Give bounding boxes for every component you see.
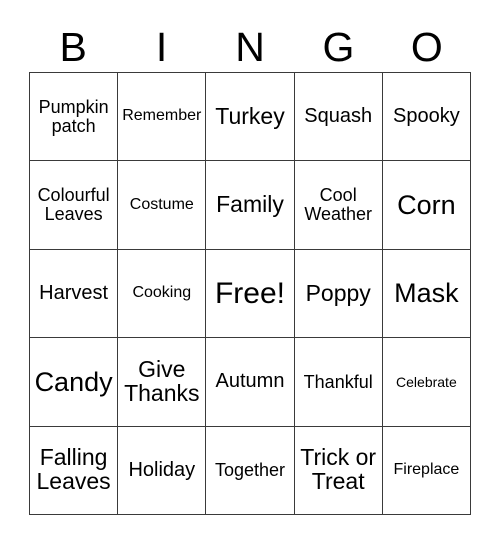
bingo-cell[interactable]: Corn xyxy=(382,161,471,250)
bingo-cell-label: Pumpkin patch xyxy=(38,96,109,136)
bingo-cell[interactable]: Turkey xyxy=(206,73,295,162)
bingo-cell-label: Free! xyxy=(214,276,285,310)
bingo-cell[interactable]: Holiday xyxy=(118,426,207,515)
bingo-card: B I N G O Pumpkin patch Remember Turkey … xyxy=(0,0,500,544)
bingo-cell[interactable]: Together xyxy=(206,426,295,515)
bingo-cell[interactable]: Autumn xyxy=(206,338,295,427)
bingo-cell[interactable]: Candy xyxy=(30,338,119,427)
bingo-cell[interactable]: Trick or Treat xyxy=(294,426,383,515)
bingo-cell-label: Colourful Leaves xyxy=(37,185,110,225)
bingo-cell[interactable]: Thankful xyxy=(294,338,383,427)
bingo-cell[interactable]: Poppy xyxy=(294,249,383,339)
bingo-cell[interactable]: Mask xyxy=(382,249,471,339)
bingo-cell[interactable]: Give Thanks xyxy=(118,338,207,427)
bingo-cell-label: Autumn xyxy=(215,370,285,393)
bingo-cell[interactable]: Colourful Leaves xyxy=(30,161,119,250)
bingo-cell-label: Falling Leaves xyxy=(36,444,111,495)
bingo-cell-label: Trick or Treat xyxy=(300,444,377,495)
bingo-cell-label: Celebrate xyxy=(396,373,457,390)
bingo-cell[interactable]: Spooky xyxy=(382,73,471,162)
bingo-cell-label: Cool Weather xyxy=(304,185,373,225)
bingo-cell-label: Thankful xyxy=(303,371,373,392)
bingo-cell-label: Mask xyxy=(394,278,459,309)
bingo-cell[interactable]: Remember xyxy=(118,73,207,162)
bingo-cell[interactable]: Harvest xyxy=(30,249,119,339)
bingo-cell[interactable]: Fireplace xyxy=(382,426,471,515)
bingo-grid: Pumpkin patch Remember Turkey Squash Spo… xyxy=(29,72,471,515)
bingo-cell[interactable]: Cool Weather xyxy=(294,161,383,250)
bingo-cell-label: Spooky xyxy=(393,105,460,128)
bingo-cell[interactable]: Celebrate xyxy=(382,338,471,427)
bingo-cell-label: Costume xyxy=(129,195,194,213)
bingo-cell-label: Poppy xyxy=(305,279,371,306)
header-letter-b: B xyxy=(59,23,87,70)
bingo-cell[interactable]: Falling Leaves xyxy=(30,426,119,515)
bingo-cell-label: Holiday xyxy=(128,458,196,481)
bingo-cell[interactable]: Costume xyxy=(118,161,207,250)
header-letter-n: N xyxy=(235,23,265,70)
bingo-header: B I N G O xyxy=(29,22,471,72)
bingo-cell-label: Turkey xyxy=(215,102,285,129)
header-letter-o: O xyxy=(410,23,443,70)
header-letter-g: G xyxy=(322,23,355,70)
bingo-cell[interactable]: Squash xyxy=(294,73,383,162)
bingo-cell-label: Candy xyxy=(34,366,113,397)
bingo-cell[interactable]: Pumpkin patch xyxy=(30,73,119,162)
bingo-cell-label: Together xyxy=(214,459,286,480)
bingo-cell-label: Harvest xyxy=(39,282,109,305)
bingo-cell-free[interactable]: Free! xyxy=(206,249,295,339)
bingo-cell-label: Family xyxy=(216,191,284,218)
bingo-cell-label: Remember xyxy=(122,107,202,125)
bingo-cell-label: Cooking xyxy=(132,284,192,302)
bingo-cell-label: Squash xyxy=(304,105,373,128)
bingo-cell-label: Give Thanks xyxy=(124,355,200,406)
header-letter-i: I xyxy=(155,23,168,70)
bingo-cell-label: Corn xyxy=(397,190,456,221)
bingo-cell[interactable]: Family xyxy=(206,161,295,250)
bingo-cell-label: Fireplace xyxy=(393,460,460,478)
bingo-cell[interactable]: Cooking xyxy=(118,249,207,339)
